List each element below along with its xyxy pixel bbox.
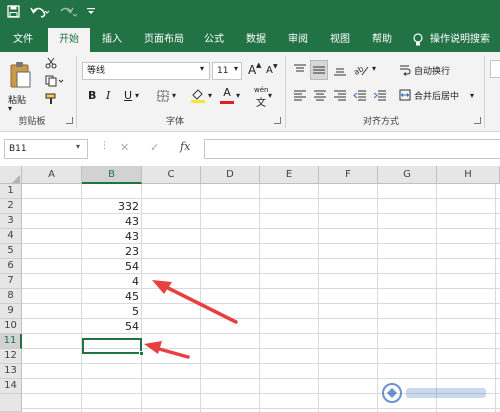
annotation-arrow-2-head — [144, 341, 162, 354]
watermark-logo — [382, 382, 492, 408]
annotation-arrows — [144, 280, 238, 359]
annotation-arrow-1 — [158, 282, 238, 324]
